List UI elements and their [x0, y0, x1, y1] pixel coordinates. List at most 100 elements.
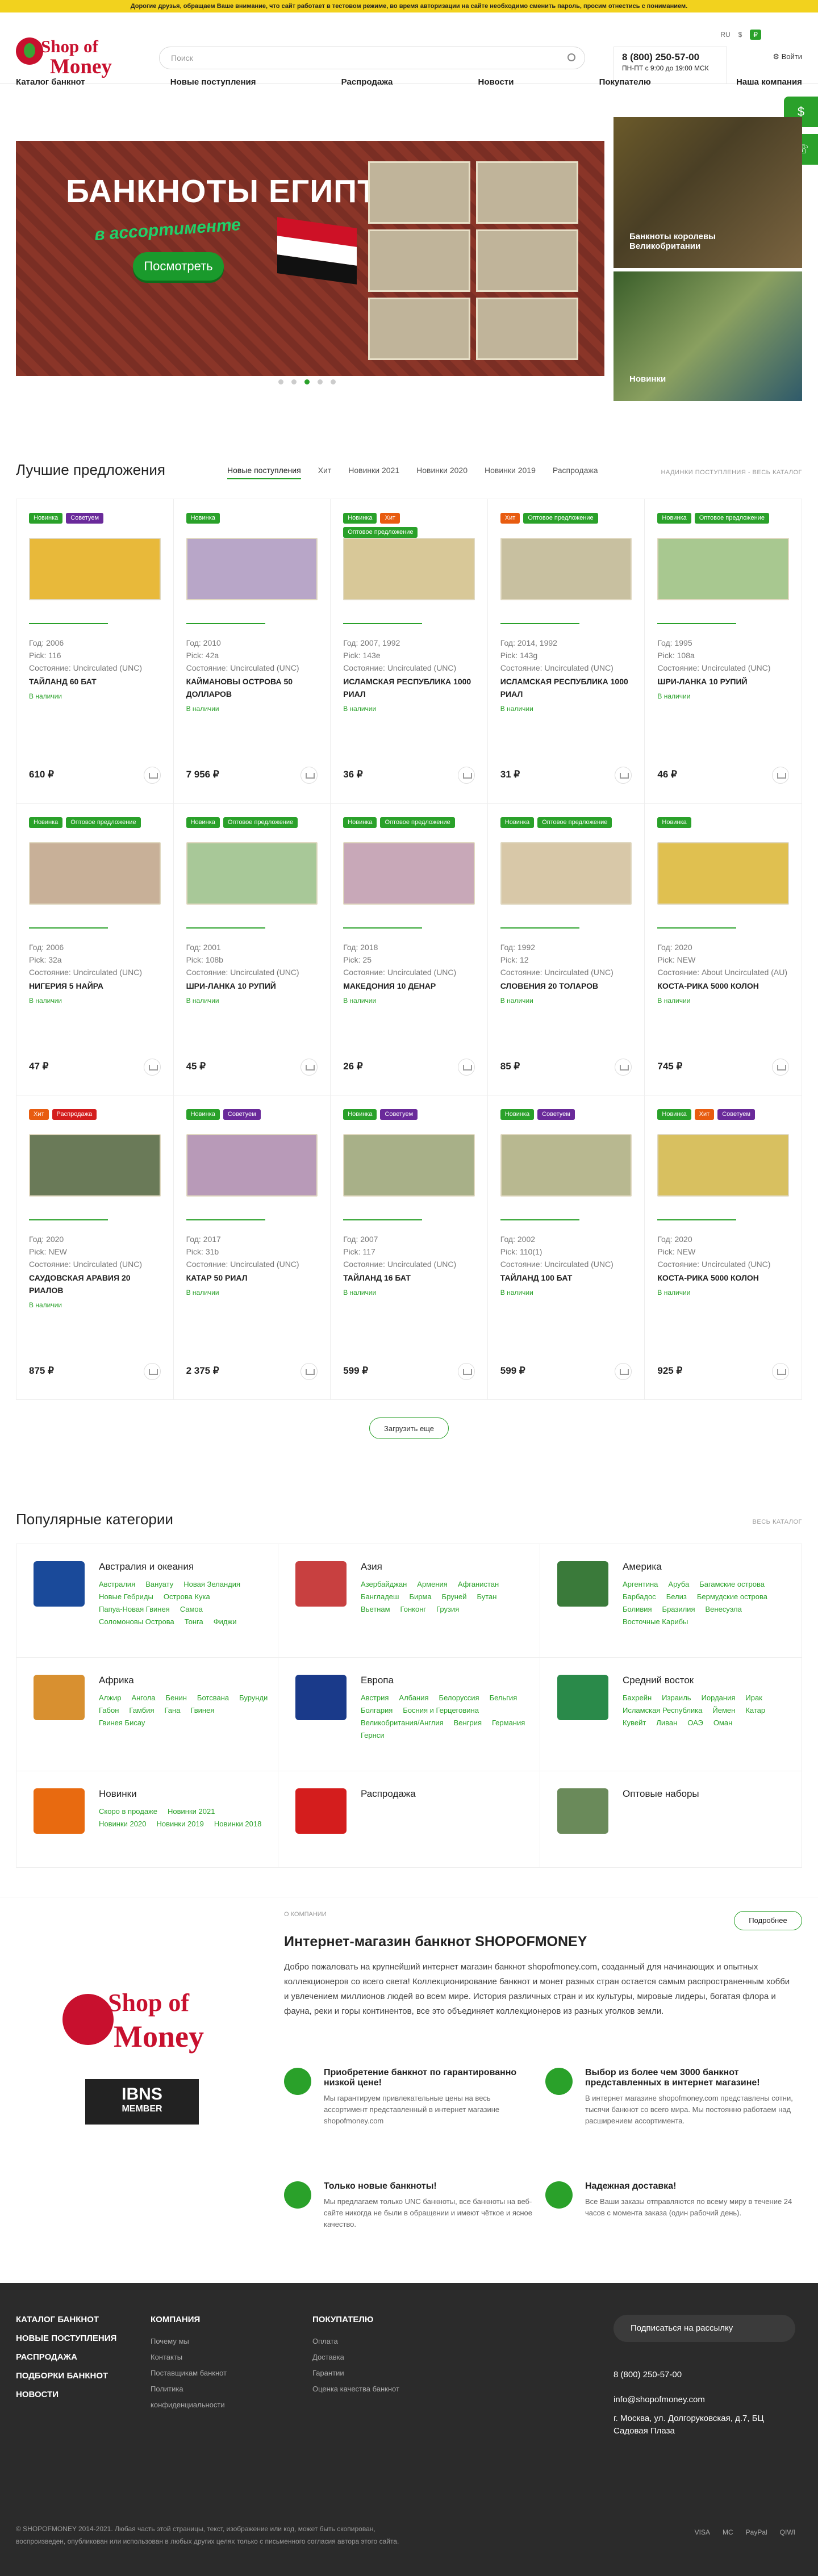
footer-link[interactable]: Оценка качества банкнот [312, 2381, 399, 2397]
category-link[interactable]: Босния и Герцеговина [403, 1704, 479, 1717]
cart-icon[interactable] [143, 1363, 161, 1380]
footer-link[interactable]: Политика конфиденциальности [151, 2381, 258, 2413]
product-name[interactable]: КОСТА-РИКА 5000 КОЛОН [657, 980, 789, 992]
product-card[interactable]: Новинка Год: 2010 Pick: 42a Состояние: Unci… [173, 499, 331, 804]
hero-slider[interactable]: БАНКНОТЫ ЕГИПТА в ассортименте Посмотрет… [16, 141, 604, 376]
category-title[interactable]: Азия [361, 1561, 540, 1573]
category-link[interactable]: Гонконг [400, 1603, 427, 1616]
tab-hit[interactable]: Хит [318, 466, 332, 479]
tile-new[interactable]: Новинки [614, 271, 802, 401]
category-link[interactable]: Острова Кука [164, 1591, 210, 1603]
category-link[interactable]: Фиджи [214, 1616, 237, 1628]
category-link[interactable]: Бразилия [662, 1603, 695, 1616]
banknote-image[interactable] [29, 1134, 161, 1197]
category-card[interactable]: Новинки Скоро в продаже Новинки 2021 Новинк… [16, 1771, 278, 1868]
product-card[interactable]: Хит Оптовое предложение Год: 2014, 1992 Pic… [487, 499, 645, 804]
category-link[interactable]: Скоро в продаже [99, 1805, 157, 1818]
product-card[interactable]: Новинка Оптовое предложение Год: 1992 Pick:… [487, 804, 645, 1095]
banknote-image[interactable] [657, 1134, 789, 1197]
category-link[interactable]: Барбадос [623, 1591, 656, 1603]
category-link[interactable]: Катар [745, 1704, 765, 1717]
cart-icon[interactable] [457, 1363, 475, 1380]
nav-catalog[interactable]: Каталог банкнот [16, 75, 85, 92]
language-switch[interactable]: RU [720, 31, 730, 39]
category-link[interactable]: Бельгия [490, 1692, 517, 1704]
category-link[interactable]: Израиль [662, 1692, 691, 1704]
product-name[interactable]: СЛОВЕНИЯ 20 ТОЛАРОВ [500, 980, 632, 992]
category-link[interactable]: Йемен [712, 1704, 735, 1717]
product-card[interactable]: Хит Распродажа Год: 2020 Pick: NEW Состояние… [16, 1095, 174, 1400]
category-link[interactable]: Аруба [668, 1578, 689, 1591]
tab-new[interactable]: Новые поступления [227, 466, 301, 479]
tab-2021[interactable]: Новинки 2021 [348, 466, 399, 479]
footer-link[interactable]: Доставка [312, 2349, 399, 2365]
product-name[interactable]: ТАЙЛАНД 100 БАТ [500, 1272, 632, 1284]
category-link[interactable]: Алжир [99, 1692, 121, 1704]
category-link[interactable]: Гвинея [190, 1704, 214, 1717]
product-card[interactable]: Новинка Советуем Год: 2002 Pick: 110(1) Сост… [487, 1095, 645, 1400]
category-title[interactable]: Средний восток [623, 1675, 802, 1686]
product-card[interactable]: Новинка Оптовое предложение Год: 2006 Pick:… [16, 804, 174, 1095]
category-link[interactable]: Оман [713, 1717, 732, 1729]
banknote-image[interactable] [343, 842, 475, 905]
banknote-image[interactable] [500, 538, 632, 600]
banknote-image[interactable] [29, 538, 161, 600]
nav-company[interactable]: Наша компания [736, 75, 802, 92]
footer-link[interactable]: РАСПРОДАЖА [16, 2352, 116, 2362]
product-card[interactable]: Новинка Хит Оптовое предложение Год: 2007, … [331, 499, 488, 804]
category-link[interactable]: Соломоновы Острова [99, 1616, 174, 1628]
banknote-image[interactable] [500, 842, 632, 905]
category-link[interactable]: Ливан [656, 1717, 677, 1729]
product-card[interactable]: Новинка Оптовое предложение Год: 2001 Pick:… [173, 804, 331, 1095]
product-card[interactable]: Новинка Хит Советуем Год: 2020 Pick: NEW Сост… [645, 1095, 802, 1400]
search-input[interactable]: Поиск [159, 47, 585, 69]
slider-dots[interactable] [278, 379, 336, 384]
cart-icon[interactable] [615, 1363, 632, 1380]
cart-icon[interactable] [143, 767, 161, 784]
product-name[interactable]: ТАЙЛАНД 60 БАТ [29, 675, 161, 688]
footer-link[interactable]: КАТАЛОГ БАНКНОТ [16, 2315, 116, 2324]
category-link[interactable]: Бермудские острова [697, 1591, 767, 1603]
category-link[interactable]: Вьетнам [361, 1603, 390, 1616]
product-card[interactable]: Новинка Советуем Год: 2006 Pick: 116 Состоян… [16, 499, 174, 804]
category-link[interactable]: Бахрейн [623, 1692, 652, 1704]
category-link[interactable]: Габон [99, 1704, 119, 1717]
banknote-image[interactable] [29, 842, 161, 905]
category-link[interactable]: Австралия [99, 1578, 135, 1591]
banknote-image[interactable] [186, 842, 318, 905]
cart-icon[interactable] [457, 767, 475, 784]
category-link[interactable]: Бангладеш [361, 1591, 399, 1603]
cart-icon[interactable] [772, 767, 789, 784]
category-link[interactable]: Новая Зеландия [183, 1578, 240, 1591]
category-link[interactable]: Белоруссия [439, 1692, 479, 1704]
product-name[interactable]: ИСЛАМСКАЯ РЕСПУБЛИКА 1000 РИАЛ [343, 675, 475, 700]
banknote-image[interactable] [186, 1134, 318, 1197]
category-link[interactable]: Азербайджан [361, 1578, 407, 1591]
category-link[interactable]: Бруней [442, 1591, 467, 1603]
product-name[interactable]: САУДОВСКАЯ АРАВИЯ 20 РИАЛОВ [29, 1272, 161, 1297]
cart-icon[interactable] [457, 1059, 475, 1076]
product-name[interactable]: ШРИ-ЛАНКА 10 РУПИЙ [186, 980, 318, 992]
category-link[interactable]: Восточные Карибы [623, 1616, 688, 1628]
category-link[interactable]: Ирак [745, 1692, 762, 1704]
footer-link[interactable]: Гарантии [312, 2365, 399, 2381]
nav-sale[interactable]: Распродажа [341, 75, 393, 92]
category-link[interactable]: Гернси [361, 1729, 385, 1742]
category-link[interactable]: Ботсвана [197, 1692, 229, 1704]
category-link[interactable]: Венгрия [454, 1717, 482, 1729]
tab-sale[interactable]: Распродажа [553, 466, 598, 479]
category-link[interactable]: Армения [417, 1578, 448, 1591]
category-card[interactable]: Распродажа [278, 1771, 540, 1868]
all-new-link[interactable]: НАДИНКИ ПОСТУПЛЕНИЯ - ВЕСЬ КАТАЛОГ [661, 469, 802, 476]
product-name[interactable]: КАТАР 50 РИАЛ [186, 1272, 318, 1284]
category-link[interactable]: Ангола [131, 1692, 155, 1704]
cart-icon[interactable] [615, 1059, 632, 1076]
cart-icon[interactable] [615, 767, 632, 784]
product-name[interactable]: НИГЕРИЯ 5 НАЙРА [29, 980, 161, 992]
footer-link[interactable]: Оплата [312, 2334, 399, 2349]
category-link[interactable]: Болгария [361, 1704, 393, 1717]
catalog-link[interactable]: ВЕСЬ КАТАЛОГ [753, 1519, 802, 1525]
category-link[interactable]: Боливия [623, 1603, 652, 1616]
tab-2019[interactable]: Новинки 2019 [485, 466, 536, 479]
category-link[interactable]: Новые Гебриды [99, 1591, 153, 1603]
